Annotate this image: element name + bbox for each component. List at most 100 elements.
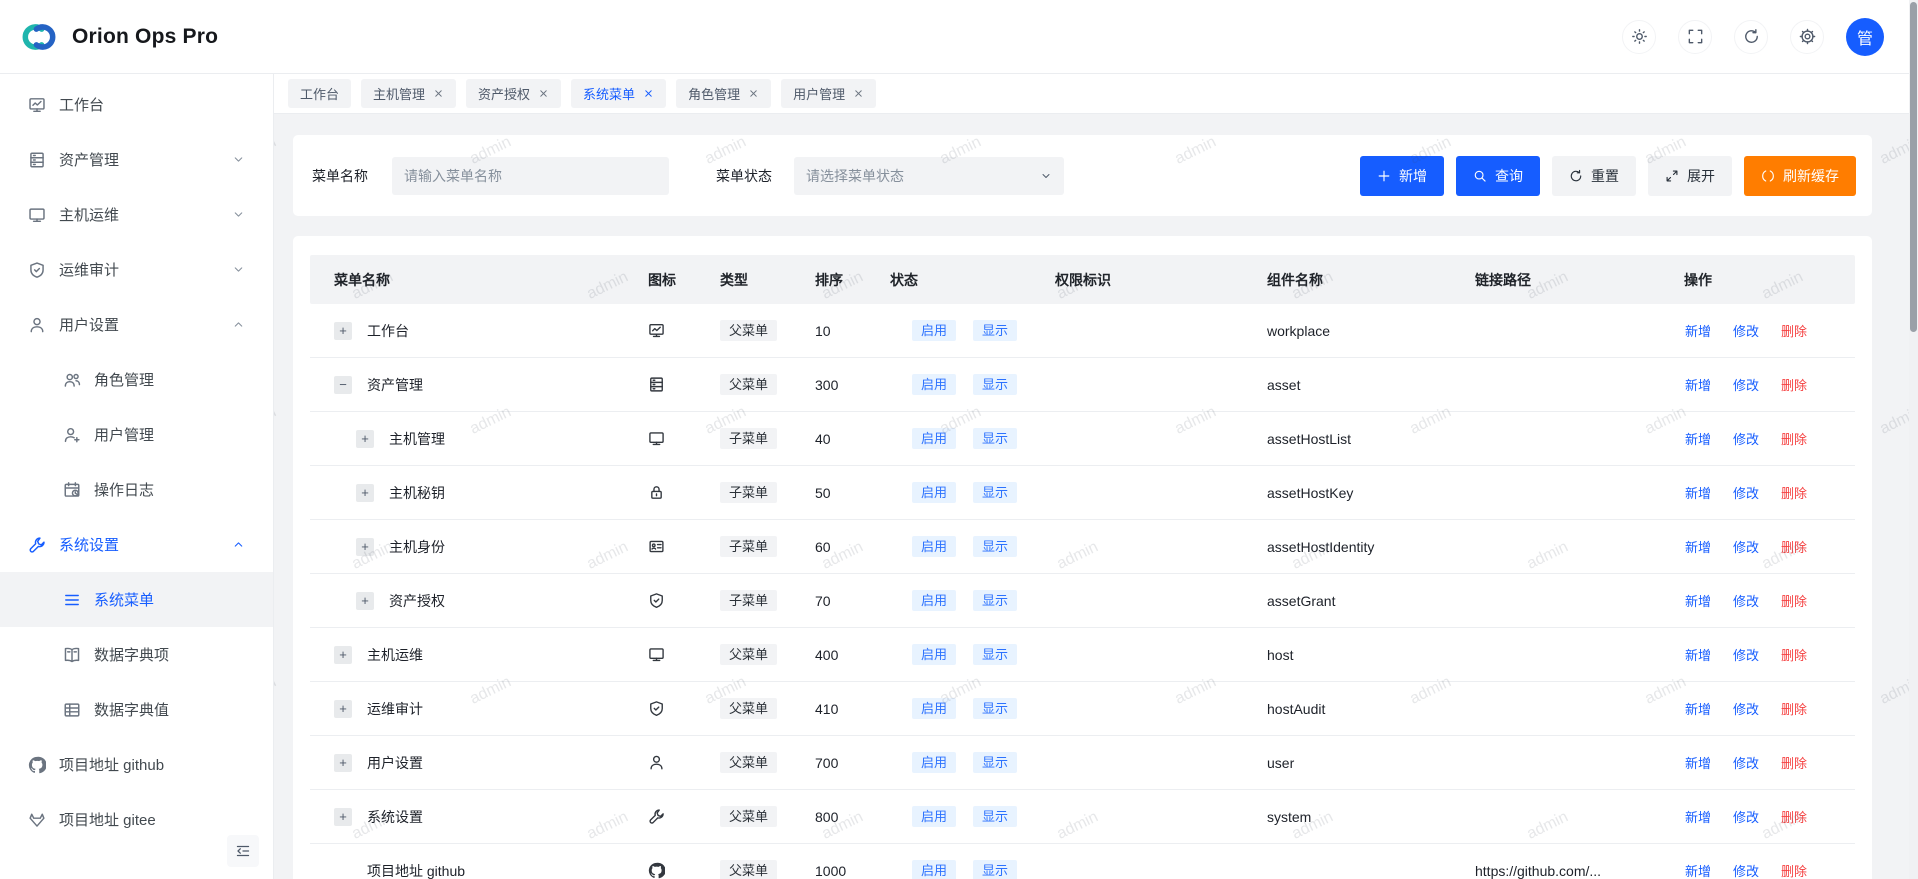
visibility-badge: 显示 <box>973 698 1017 719</box>
row-expander[interactable]: + <box>334 700 352 718</box>
row-edit-link[interactable]: 修改 <box>1733 645 1759 664</box>
chevron-up-icon <box>232 318 245 331</box>
row-add-link[interactable]: 新增 <box>1685 483 1711 502</box>
close-icon[interactable] <box>538 88 549 99</box>
lock-icon <box>648 484 665 501</box>
tab-label: 角色管理 <box>688 84 740 103</box>
menu-name-input[interactable] <box>392 157 669 195</box>
add-button[interactable]: 新增 <box>1360 156 1444 196</box>
refresh-button[interactable] <box>1734 20 1768 54</box>
row-expander[interactable]: + <box>356 538 374 556</box>
expand-button[interactable]: 展开 <box>1648 156 1732 196</box>
fullscreen-button[interactable] <box>1678 20 1712 54</box>
sidebar-item-dashboard[interactable]: 工作台 <box>0 77 273 132</box>
sidebar-item-menu[interactable]: 系统菜单 <box>0 572 273 627</box>
row-delete-link[interactable]: 删除 <box>1781 483 1807 502</box>
row-delete-link[interactable]: 删除 <box>1781 591 1807 610</box>
visibility-badge: 显示 <box>973 536 1017 557</box>
row-expander[interactable]: + <box>334 808 352 826</box>
row-delete-link[interactable]: 删除 <box>1781 699 1807 718</box>
row-edit-link[interactable]: 修改 <box>1733 861 1759 879</box>
row-delete-link[interactable]: 删除 <box>1781 645 1807 664</box>
sidebar-item-label: 用户管理 <box>94 424 154 445</box>
sidebar-item-shield[interactable]: 运维审计 <box>0 242 273 297</box>
row-edit-link[interactable]: 修改 <box>1733 375 1759 394</box>
row-add-link[interactable]: 新增 <box>1685 375 1711 394</box>
tab-2[interactable]: 资产授权 <box>466 79 561 108</box>
scrollbar-thumb[interactable] <box>1910 2 1917 332</box>
tab-1[interactable]: 主机管理 <box>361 79 456 108</box>
sidebar-item-monitor[interactable]: 主机运维 <box>0 187 273 242</box>
row-edit-link[interactable]: 修改 <box>1733 753 1759 772</box>
table-row: +主机秘钥子菜单50启用显示assetHostKey新增修改删除 <box>310 466 1855 520</box>
row-expander[interactable]: + <box>334 646 352 664</box>
visibility-badge: 显示 <box>973 752 1017 773</box>
row-delete-link[interactable]: 删除 <box>1781 861 1807 879</box>
sidebar-item-log[interactable]: 操作日志 <box>0 462 273 517</box>
sort-value: 40 <box>815 431 831 447</box>
refresh-cache-button[interactable]: 刷新缓存 <box>1744 156 1856 196</box>
row-add-link[interactable]: 新增 <box>1685 645 1711 664</box>
close-icon[interactable] <box>643 88 654 99</box>
theme-button[interactable] <box>1622 20 1656 54</box>
sidebar-item-book[interactable]: 数据字典项 <box>0 627 273 682</box>
server-icon <box>648 376 665 393</box>
row-edit-link[interactable]: 修改 <box>1733 699 1759 718</box>
row-edit-link[interactable]: 修改 <box>1733 483 1759 502</box>
close-icon[interactable] <box>748 88 759 99</box>
table-row: +主机身份子菜单60启用显示assetHostIdentity新增修改删除 <box>310 520 1855 574</box>
close-icon[interactable] <box>853 88 864 99</box>
tab-4[interactable]: 角色管理 <box>676 79 771 108</box>
tab-3[interactable]: 系统菜单 <box>571 79 666 108</box>
row-edit-link[interactable]: 修改 <box>1733 807 1759 826</box>
sidebar-item-github[interactable]: 项目地址 github <box>0 737 273 792</box>
menu-status-select[interactable]: 请选择菜单状态 <box>794 157 1064 195</box>
search-button[interactable]: 查询 <box>1456 156 1540 196</box>
settings-button[interactable] <box>1790 20 1824 54</box>
row-edit-link[interactable]: 修改 <box>1733 591 1759 610</box>
avatar[interactable]: 管 <box>1846 18 1884 56</box>
visibility-badge: 显示 <box>973 320 1017 341</box>
sidebar-item-user-group[interactable]: 角色管理 <box>0 352 273 407</box>
row-add-link[interactable]: 新增 <box>1685 753 1711 772</box>
row-edit-link[interactable]: 修改 <box>1733 429 1759 448</box>
sidebar-item-server[interactable]: 资产管理 <box>0 132 273 187</box>
row-expander[interactable]: + <box>334 322 352 340</box>
table-row: −资产管理父菜单300启用显示asset新增修改删除 <box>310 358 1855 412</box>
close-icon[interactable] <box>433 88 444 99</box>
row-add-link[interactable]: 新增 <box>1685 591 1711 610</box>
column-header-5: 权限标识 <box>1055 270 1255 290</box>
sidebar-item-user-add[interactable]: 用户管理 <box>0 407 273 462</box>
sidebar-item-wrench[interactable]: 系统设置 <box>0 517 273 572</box>
row-add-link[interactable]: 新增 <box>1685 807 1711 826</box>
tab-0[interactable]: 工作台 <box>288 79 351 108</box>
sidebar-item-table[interactable]: 数据字典值 <box>0 682 273 737</box>
sidebar-item-user[interactable]: 用户设置 <box>0 297 273 352</box>
row-delete-link[interactable]: 删除 <box>1781 429 1807 448</box>
row-add-link[interactable]: 新增 <box>1685 537 1711 556</box>
sidebar-collapse-button[interactable] <box>227 835 259 867</box>
row-delete-link[interactable]: 删除 <box>1781 537 1807 556</box>
row-delete-link[interactable]: 删除 <box>1781 753 1807 772</box>
status-badge: 启用 <box>912 536 956 557</box>
row-expander[interactable]: + <box>356 484 374 502</box>
row-add-link[interactable]: 新增 <box>1685 861 1711 879</box>
refresh-icon <box>1743 28 1760 45</box>
row-add-link[interactable]: 新增 <box>1685 321 1711 340</box>
row-edit-link[interactable]: 修改 <box>1733 321 1759 340</box>
row-edit-link[interactable]: 修改 <box>1733 537 1759 556</box>
row-delete-link[interactable]: 删除 <box>1781 321 1807 340</box>
row-expander[interactable]: + <box>334 754 352 772</box>
logo: Orion Ops Pro <box>0 16 218 58</box>
reset-button[interactable]: 重置 <box>1552 156 1636 196</box>
shield-icon <box>28 261 46 279</box>
row-expander[interactable]: − <box>334 376 352 394</box>
row-delete-link[interactable]: 删除 <box>1781 375 1807 394</box>
row-add-link[interactable]: 新增 <box>1685 699 1711 718</box>
row-expander[interactable]: + <box>356 430 374 448</box>
row-delete-link[interactable]: 删除 <box>1781 807 1807 826</box>
tab-5[interactable]: 用户管理 <box>781 79 876 108</box>
row-add-link[interactable]: 新增 <box>1685 429 1711 448</box>
row-expander[interactable]: + <box>356 592 374 610</box>
status-badge: 启用 <box>912 752 956 773</box>
